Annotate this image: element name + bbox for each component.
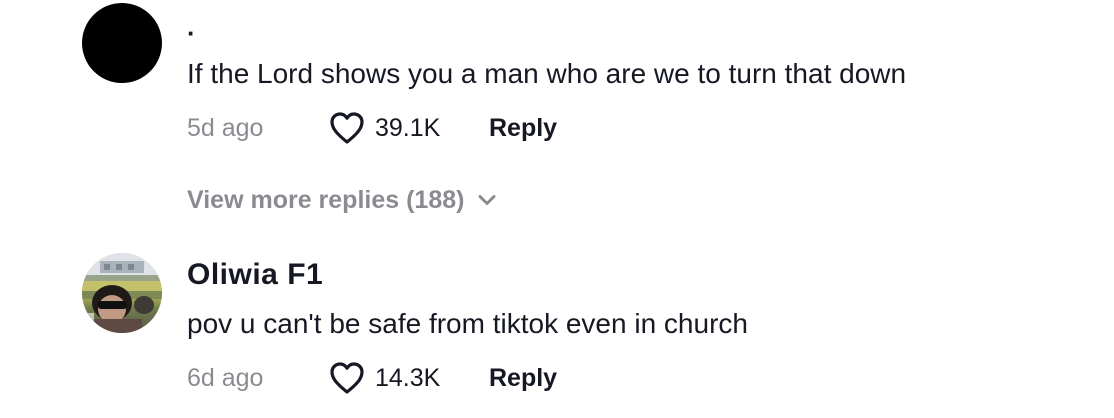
comment-meta: 6d ago 14.3K Reply xyxy=(187,360,557,396)
like-button[interactable]: 14.3K xyxy=(329,361,489,395)
comment-timestamp: 5d ago xyxy=(187,113,264,142)
view-more-replies-button[interactable]: View more replies (188) xyxy=(187,183,496,217)
reply-button[interactable]: Reply xyxy=(489,114,557,143)
like-button[interactable]: 39.1K xyxy=(329,111,489,145)
heart-icon xyxy=(330,112,364,144)
avatar[interactable] xyxy=(82,3,162,83)
chevron-down-icon xyxy=(478,195,496,205)
like-count: 14.3K xyxy=(375,363,441,392)
like-count: 39.1K xyxy=(375,113,441,142)
view-more-replies-label: View more replies (188) xyxy=(187,185,465,214)
comment-text: pov u can't be safe from tiktok even in … xyxy=(187,308,748,339)
comment-timestamp: 6d ago xyxy=(187,363,264,392)
comment-meta: 5d ago 39.1K Reply xyxy=(187,110,557,146)
comment-username[interactable]: Oliwia F1 xyxy=(187,258,323,292)
reply-button[interactable]: Reply xyxy=(489,364,557,393)
avatar-photo xyxy=(82,253,162,333)
avatar[interactable] xyxy=(82,253,162,333)
comment-text: If the Lord shows you a man who are we t… xyxy=(187,58,907,89)
comment-username[interactable]: · xyxy=(187,20,196,46)
heart-icon xyxy=(330,362,364,394)
